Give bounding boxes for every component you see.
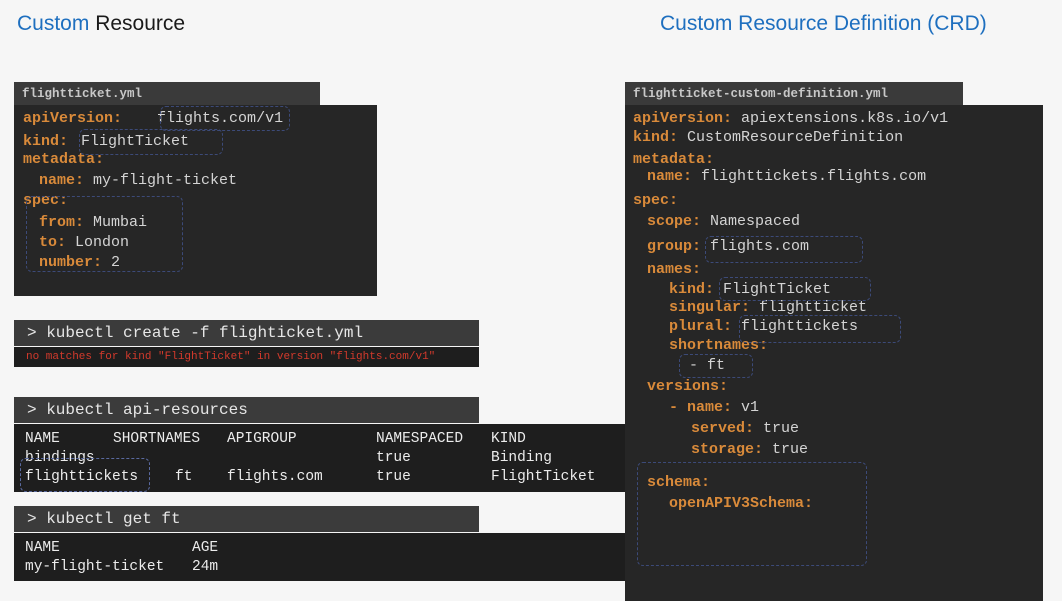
get-header-name: NAME (25, 540, 60, 556)
file-tab-flightticket[interactable]: flightticket.yml (14, 82, 320, 105)
row-bindings-namespaced: true (376, 450, 411, 466)
header-kind: KIND (491, 431, 526, 447)
crd-line-served: served: true (691, 420, 800, 437)
file-tab-crd[interactable]: flightticket-custom-definition.yml (625, 82, 963, 105)
highlight-group-value (705, 236, 863, 263)
row-flighttickets-apigroup: flights.com (227, 469, 323, 485)
header-namespaced: NAMESPACED (376, 431, 464, 447)
custom-resource-title: Custom Resource (17, 12, 185, 36)
highlight-plural-value (739, 315, 901, 343)
crd-line-scope: scope: Namespaced (647, 213, 801, 230)
get-ft-output: NAME AGE my-flight-ticket 24m (14, 533, 626, 581)
crd-line-spec: spec: (633, 192, 679, 209)
yaml-line-name: name: my-flight-ticket (39, 172, 238, 189)
title-custom: Custom (17, 12, 90, 35)
error-message: no matches for kind "FlightTicket" in ve… (14, 347, 479, 367)
command-api-resources[interactable]: > kubectl api-resources (14, 397, 479, 423)
highlight-kind-value (719, 277, 871, 301)
command-get-ft[interactable]: > kubectl get ft (14, 506, 479, 532)
crd-yaml-panel: apiVersion: apiextensions.k8s.io/v1 kind… (625, 105, 1043, 601)
header-name: NAME (25, 431, 60, 447)
api-resources-output: NAME SHORTNAMES APIGROUP NAMESPACED KIND… (14, 424, 626, 492)
get-row-name: my-flight-ticket (25, 559, 165, 575)
flightticket-yaml-panel: apiVersion: flights.com/v1 kind: FlightT… (14, 105, 377, 296)
crd-line-apiversion: apiVersion: apiextensions.k8s.io/v1 (633, 110, 949, 127)
highlight-kind-value (79, 129, 223, 155)
highlight-apiversion-value (160, 106, 290, 131)
row-flighttickets-shortnames: ft (175, 469, 193, 485)
highlight-flighttickets-row (20, 458, 150, 492)
row-bindings-kind: Binding (491, 450, 552, 466)
command-create[interactable]: > kubectl create -f flighticket.yml (14, 320, 479, 346)
get-row-age: 24m (192, 559, 219, 575)
highlight-schema-block (637, 462, 867, 566)
header-apigroup: APIGROUP (227, 431, 297, 447)
crd-line-kind: kind: CustomResourceDefinition (633, 129, 904, 146)
crd-title: Custom Resource Definition (CRD) (660, 12, 987, 35)
crd-line-versions: versions: (647, 378, 729, 395)
crd-line-name: name: flighttickets.flights.com (647, 168, 927, 185)
highlight-spec-fields (26, 196, 183, 272)
get-header-age: AGE (192, 540, 219, 556)
crd-line-version-name: - name: v1 (669, 399, 760, 416)
crd-line-names: names: (647, 261, 702, 278)
row-flighttickets-kind: FlightTicket (491, 469, 596, 485)
row-flighttickets-namespaced: true (376, 469, 411, 485)
highlight-shortname-value (679, 354, 753, 378)
crd-line-storage: storage: true (691, 441, 809, 458)
header-shortnames: SHORTNAMES (113, 431, 201, 447)
title-resource: Resource (95, 12, 186, 35)
